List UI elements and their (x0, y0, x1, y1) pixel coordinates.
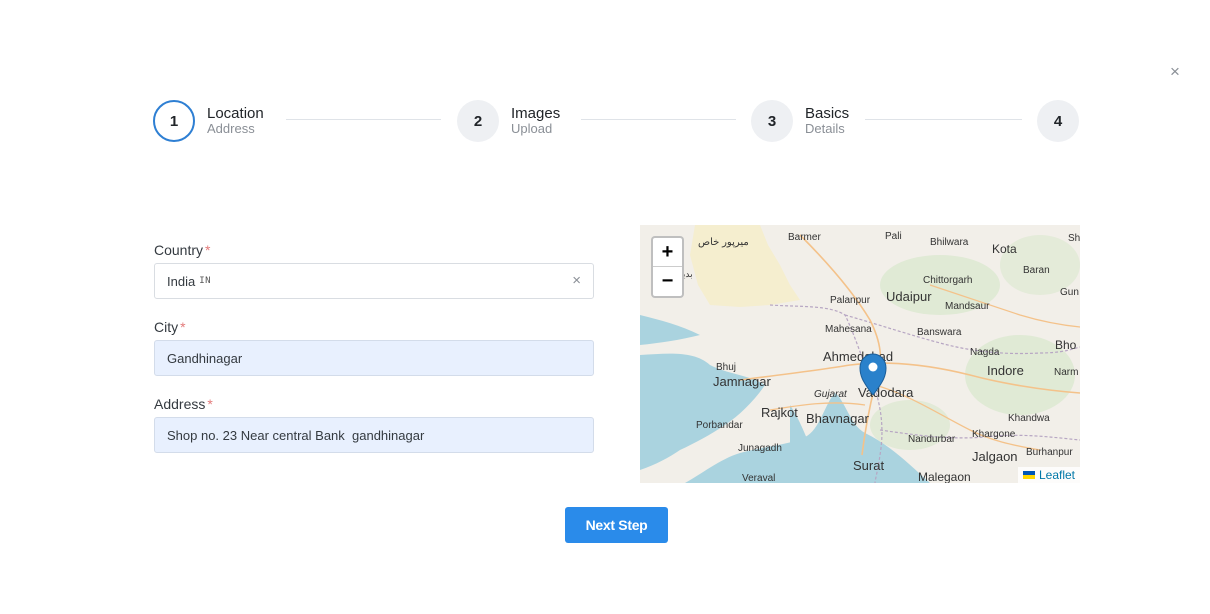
map-label-khargone: Khargone (972, 429, 1016, 440)
location-form: Country* India IN × City* Address* (154, 240, 594, 471)
map-label-porbandar: Porbandar (696, 420, 743, 431)
map-label-banswara: Banswara (917, 327, 962, 338)
map-label-jamnagar: Jamnagar (713, 374, 771, 389)
map-label-veraval: Veraval (742, 473, 775, 483)
clear-country-icon[interactable]: × (572, 272, 581, 289)
zoom-out-button[interactable]: − (653, 267, 682, 296)
map-label-bhavnagar: Bhavnagar (806, 411, 870, 426)
map-label-mandsaur: Mandsaur (945, 301, 990, 312)
step-2-number: 2 (457, 100, 499, 142)
map-label-sh: Sh (1068, 233, 1080, 244)
map-label-barmer: Barmer (788, 232, 821, 243)
map-label-indore: Indore (987, 363, 1024, 378)
step-4[interactable]: 4 (1037, 98, 1079, 144)
required-mark: * (207, 396, 213, 412)
step-1-number: 1 (153, 100, 195, 142)
map-zoom-control: + − (651, 236, 684, 298)
map-label-udaipur: Udaipur (886, 289, 932, 304)
close-dialog-button[interactable]: × (1163, 60, 1187, 84)
step-connector (865, 119, 1022, 120)
map-label-vadodara: Vadodara (858, 385, 914, 400)
country-value: India (167, 273, 196, 289)
map-label-bho: Bho (1055, 338, 1077, 352)
map-label-bhilwara: Bhilwara (930, 237, 969, 248)
step-location[interactable]: 1 Location Address (153, 98, 264, 144)
map-label-bhuj: Bhuj (716, 362, 736, 373)
step-2-subtitle: Upload (511, 121, 553, 137)
required-mark: * (205, 242, 211, 258)
next-step-button[interactable]: Next Step (565, 507, 668, 543)
step-basics[interactable]: 3 Basics Details (751, 98, 849, 144)
step-3-subtitle: Details (805, 121, 845, 137)
wizard-stepper: 1 Location Address 2 Images Upload 3 Bas… (153, 98, 1083, 144)
leaflet-link[interactable]: Leaflet (1039, 468, 1075, 482)
step-4-number: 4 (1037, 100, 1079, 142)
map-label-junagadh: Junagadh (738, 443, 782, 454)
address-input[interactable] (167, 427, 581, 443)
map-label-gun: Gun (1060, 287, 1079, 298)
map-label-palanpur: Palanpur (830, 295, 871, 306)
map-label-pali: Pali (885, 231, 902, 242)
map-label-mahesana: Mahesana (825, 324, 872, 335)
map-label-chittorgarh: Chittorgarh (923, 275, 972, 286)
map-label-nandurbar: Nandurbar (908, 434, 956, 445)
step-3-title: Basics (805, 104, 850, 122)
required-mark: * (180, 319, 186, 335)
map-label-baran: Baran (1023, 265, 1050, 276)
step-images[interactable]: 2 Images Upload (457, 98, 560, 144)
address-field[interactable] (154, 417, 594, 453)
step-2-title: Images (511, 104, 561, 122)
map-label-khandwa: Khandwa (1008, 413, 1050, 424)
ukraine-flag-icon (1022, 471, 1035, 479)
map-label-burhanpur: Burhanpur (1026, 447, 1073, 458)
map-label-narm: Narm (1054, 367, 1078, 378)
city-label: City * (154, 319, 186, 335)
address-label: Address * (154, 396, 213, 412)
map-label-nagda: Nagda (970, 347, 1000, 358)
location-map[interactable]: Barmer Pali Bhilwara Kota Sh Baran Chitt… (640, 225, 1080, 483)
step-connector (581, 119, 736, 120)
map-label-jalgaon: Jalgaon (972, 449, 1018, 464)
country-select[interactable]: India IN × (154, 263, 594, 299)
step-1-subtitle: Address (207, 121, 255, 137)
map-attribution[interactable]: Leaflet (1017, 467, 1080, 483)
zoom-in-button[interactable]: + (653, 238, 682, 267)
map-label-gujarat: Gujarat (814, 389, 848, 400)
map-label-surat: Surat (853, 458, 884, 473)
country-code: IN (199, 276, 212, 286)
step-3-number: 3 (751, 100, 793, 142)
city-input[interactable] (167, 350, 581, 366)
map-tiles: Barmer Pali Bhilwara Kota Sh Baran Chitt… (640, 225, 1080, 483)
map-label-mirpur-khas: میرپور خاص (698, 237, 749, 248)
map-label-malegaon: Malegaon (918, 470, 971, 483)
step-1-title: Location (207, 104, 264, 122)
map-label-kota: Kota (992, 242, 1017, 256)
map-label-rajkot: Rajkot (761, 405, 798, 420)
country-label: Country * (154, 242, 211, 258)
step-connector (286, 119, 441, 120)
city-field[interactable] (154, 340, 594, 376)
